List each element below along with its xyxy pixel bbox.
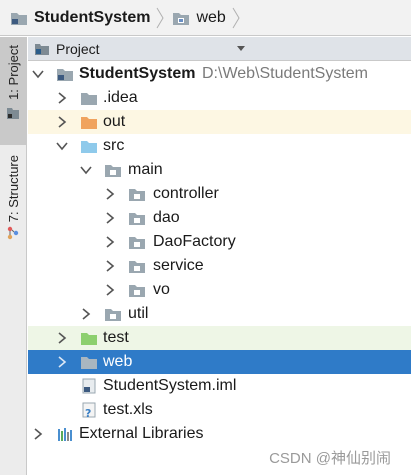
breadcrumb-web[interactable]: web: [172, 0, 226, 36]
package-folder-icon: [129, 213, 145, 225]
folder-icon: [81, 357, 97, 369]
tab-project-label: 1: Project: [5, 45, 21, 100]
package-folder-icon: [129, 237, 145, 249]
tree-label-external-libraries: External Libraries: [79, 425, 204, 442]
package-folder-icon: [129, 285, 145, 297]
module-file-icon: [82, 378, 96, 394]
package-folder-icon: [105, 309, 121, 321]
test-folder-icon: [81, 333, 97, 345]
tree-label-xls: test.xls: [103, 401, 153, 418]
tree-label-util: util: [128, 305, 149, 322]
folder-icon: [173, 12, 190, 25]
breadcrumb-separator-icon: [232, 7, 240, 29]
chevron-right-icon[interactable]: [56, 332, 68, 344]
tab-structure[interactable]: 7: Structure: [0, 155, 26, 255]
tree-row-main[interactable]: main: [28, 158, 411, 182]
tree-row-test[interactable]: test: [28, 326, 411, 350]
package-folder-icon: [129, 261, 145, 273]
structure-icon: [7, 227, 19, 240]
chevron-right-icon[interactable]: [104, 188, 116, 200]
chevron-right-icon[interactable]: [104, 212, 116, 224]
tree-row-idea[interactable]: .idea: [28, 86, 411, 110]
svg-text:?: ?: [85, 407, 91, 418]
tree-label-controller: controller: [153, 185, 219, 202]
tree-label-iml: StudentSystem.iml: [103, 377, 237, 394]
chevron-right-icon[interactable]: [80, 308, 92, 320]
chevron-right-icon[interactable]: [104, 284, 116, 296]
tree-row-util[interactable]: util: [28, 302, 411, 326]
tree-label-web: web: [103, 353, 133, 370]
chevron-down-icon[interactable]: [80, 164, 92, 176]
watermark: CSDN @神仙别闹: [269, 450, 391, 467]
project-view-icon: [35, 43, 49, 55]
tree-row-out[interactable]: out: [28, 110, 411, 134]
tree-row-external-libraries[interactable]: External Libraries: [28, 422, 411, 446]
tree-row-xls[interactable]: ? test.xls: [28, 398, 411, 422]
breadcrumb-project-label: StudentSystem: [34, 8, 151, 26]
tab-project[interactable]: 1: Project: [0, 37, 26, 145]
tree-root-path: D:\Web\StudentSystem: [202, 65, 368, 82]
chevron-down-icon[interactable]: [56, 140, 68, 152]
project-folder-icon: [11, 12, 27, 25]
chevron-down-icon: [237, 46, 245, 51]
tree-row-dao[interactable]: dao: [28, 206, 411, 230]
libraries-icon: [58, 428, 72, 441]
unknown-file-icon: ?: [82, 402, 96, 418]
chevron-right-icon[interactable]: [56, 356, 68, 368]
chevron-right-icon[interactable]: [56, 116, 68, 128]
chevron-right-icon[interactable]: [32, 428, 44, 440]
package-folder-icon: [129, 189, 145, 201]
breadcrumb-web-label: web: [196, 8, 226, 26]
tree-label-root: StudentSystem: [79, 65, 196, 82]
project-panel-header: Project: [28, 37, 411, 61]
tool-window-stripe: 1: Project 7: Structure: [0, 37, 27, 475]
tree-label-idea: .idea: [103, 89, 138, 106]
tree-row-controller[interactable]: controller: [28, 182, 411, 206]
excluded-folder-icon: [81, 117, 97, 129]
tree-row-src[interactable]: src: [28, 134, 411, 158]
package-folder-icon: [105, 165, 121, 177]
panel-title: Project: [56, 40, 100, 57]
breadcrumb-project[interactable]: StudentSystem: [10, 0, 150, 36]
tree-row-iml[interactable]: StudentSystem.iml: [28, 374, 411, 398]
tree-label-test: test: [103, 329, 129, 346]
tree-row-service[interactable]: service: [28, 254, 411, 278]
tree-label-daofactory: DaoFactory: [153, 233, 236, 250]
tree-label-main: main: [128, 161, 163, 178]
tree-label-src: src: [103, 137, 125, 154]
chevron-right-icon[interactable]: [104, 236, 116, 248]
tree-label-dao: dao: [153, 209, 180, 226]
tree-label-service: service: [153, 257, 204, 274]
tree-row-daofactory[interactable]: DaoFactory: [28, 230, 411, 254]
navigation-bar: StudentSystem web: [0, 0, 411, 36]
chevron-right-icon[interactable]: [104, 260, 116, 272]
chevron-down-icon[interactable]: [32, 68, 44, 80]
breadcrumb-separator-icon: [156, 7, 165, 29]
tree-row-vo[interactable]: vo: [28, 278, 411, 302]
project-icon: [7, 107, 19, 119]
chevron-right-icon[interactable]: [56, 92, 68, 104]
tree-row-web[interactable]: web: [28, 350, 411, 374]
tree-row-root[interactable]: StudentSystem D:\Web\StudentSystem: [28, 62, 411, 86]
tab-structure-label: 7: Structure: [5, 155, 21, 223]
folder-icon: [81, 93, 97, 105]
tree-label-out: out: [103, 113, 126, 130]
module-folder-icon: [57, 69, 73, 81]
project-tree: StudentSystem D:\Web\StudentSystem .idea…: [28, 62, 411, 446]
tree-label-vo: vo: [153, 281, 170, 298]
source-folder-icon: [81, 141, 97, 153]
